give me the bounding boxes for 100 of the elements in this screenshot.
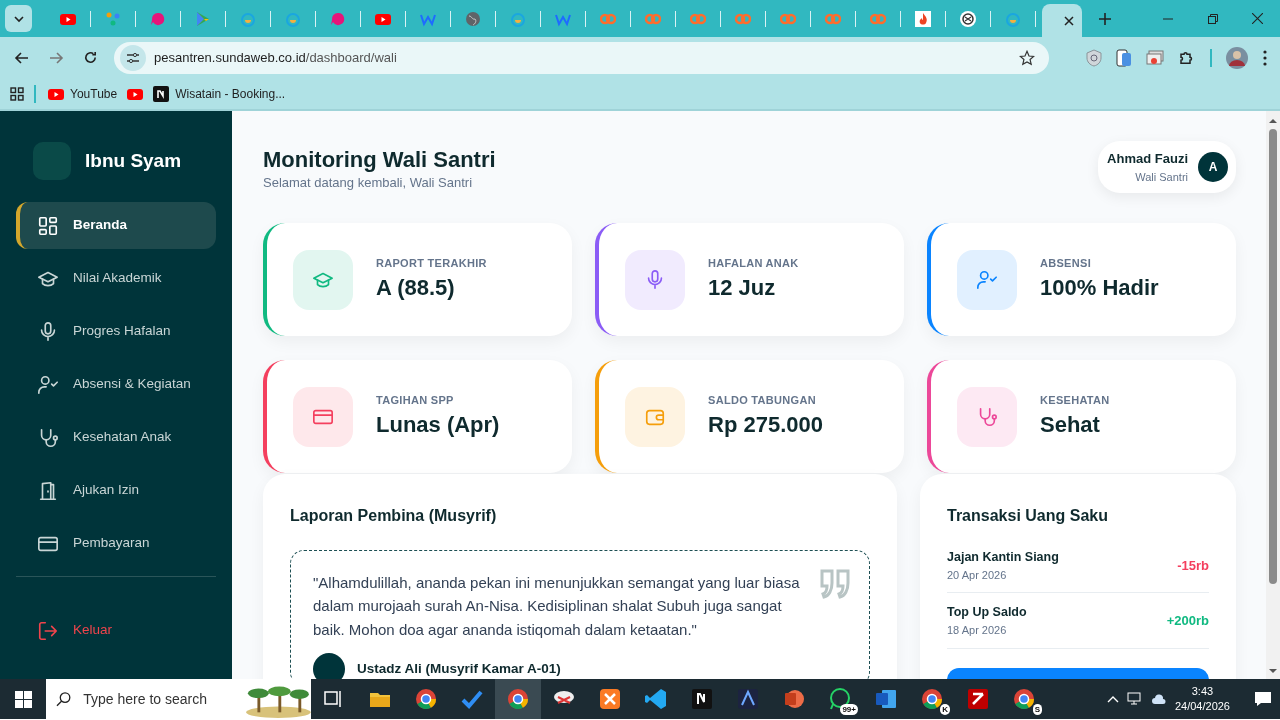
card-title: Laporan Pembina (Musyrif) — [290, 506, 498, 526]
stat-label: TAGIHAN SPP — [376, 392, 455, 408]
notion-icon — [690, 687, 714, 711]
url-text: pesantren.sundaweb.co.id/dashboard/wali — [154, 48, 397, 67]
stat-value: 100% Hadir — [1040, 274, 1159, 303]
page-subtitle: Selamat datang kembali, Wali Santri — [263, 174, 474, 193]
chevron-down-icon — [13, 13, 24, 24]
brand-name: Ibnu Syam — [85, 148, 182, 173]
knot-icon — [960, 10, 976, 27]
stat-value: Lunas (Apr) — [376, 411, 500, 440]
phone-icon[interactable] — [1116, 48, 1132, 67]
sidebar-item[interactable]: Pembayaran — [16, 520, 216, 567]
close-icon — [1064, 15, 1074, 26]
taskbar-app[interactable]: 99+ — [817, 679, 863, 719]
stat-label: SALDO TABUNGAN — [708, 392, 817, 408]
vector-app-icon — [736, 687, 760, 711]
quote-icon — [819, 569, 851, 599]
user-menu[interactable]: Ahmad Fauzi Wali Santri A — [1098, 141, 1236, 193]
sidebar-item[interactable]: Nilai Akademik — [16, 255, 216, 302]
sidebar-item[interactable]: Ajukan Izin — [16, 467, 216, 514]
browser-icon — [506, 687, 530, 711]
scroll-up-icon[interactable] — [1269, 117, 1277, 125]
cast-icon[interactable] — [1146, 49, 1164, 66]
transaction-amount: +200rb — [1166, 612, 1209, 631]
menu-icon[interactable] — [1262, 49, 1268, 66]
badge: 99+ — [840, 704, 858, 715]
browser-icon — [414, 687, 438, 711]
forward-arrow-icon — [48, 49, 64, 66]
scroll-down-icon[interactable] — [1269, 667, 1277, 675]
network-icon[interactable] — [1126, 692, 1143, 706]
xampp-icon — [598, 687, 622, 711]
sidebar-item[interactable]: Beranda — [16, 202, 216, 249]
scrollbar-thumb[interactable] — [1269, 129, 1277, 584]
taskbar-app[interactable]: K — [909, 679, 955, 719]
apps-grid-icon[interactable] — [10, 86, 24, 101]
sidebar-item[interactable]: Absensi & Kegiatan — [16, 361, 216, 408]
stat-value: Sehat — [1040, 411, 1101, 440]
badge: S — [1032, 704, 1042, 715]
network-icon — [105, 10, 121, 27]
door-icon — [37, 479, 59, 502]
tab-search-button[interactable] — [5, 5, 32, 32]
search-box[interactable]: Type here to search — [46, 679, 311, 719]
restore-icon — [1207, 13, 1218, 24]
page-title: Monitoring Wali Santri — [263, 147, 496, 174]
document-icon — [874, 687, 898, 711]
sidebar-item[interactable]: Progres Hafalan — [16, 308, 216, 355]
stat-label: KESEHATAN — [1040, 392, 1110, 408]
smile-icon — [240, 10, 256, 27]
transaction-date: 20 Apr 2026 — [947, 567, 1008, 583]
notification-icon[interactable] — [1254, 691, 1272, 707]
profile-avatar[interactable] — [1226, 46, 1248, 69]
address-bar[interactable]: pesantren.sundaweb.co.id/dashboard/wali — [114, 41, 1049, 74]
flame-icon — [915, 10, 931, 27]
chat-bubble-icon — [150, 10, 166, 27]
chat-bubble-icon — [330, 10, 346, 27]
grid-icon — [37, 214, 59, 237]
transaction-name: Top Up Saldo — [947, 604, 1027, 622]
clock[interactable]: 3:43 24/04/2026 — [1174, 684, 1230, 714]
taskbar-app[interactable]: S — [1001, 679, 1047, 719]
stat-value: 12 Juz — [708, 274, 777, 303]
smile-icon — [510, 10, 526, 27]
transaction-name: Jajan Kantin Siang — [947, 549, 1059, 566]
ftp-icon — [966, 687, 990, 711]
bookmark[interactable]: YouTube — [48, 84, 118, 103]
stat-label: HAFALAN ANAK — [708, 255, 799, 271]
quote-text: "Alhamdulillah, ananda pekan ini menunjukkan semangat yang luar biasa dalam murojaah surah An-Nisa. Kedisiplinan shalat Subuh juga sangat baik. Mohon doa agar ananda istiqomah dalam ketaatan." — [313, 573, 801, 640]
browser-icon — [920, 687, 944, 711]
sidebar-item[interactable]: Kesehatan Anak — [16, 414, 216, 461]
card-title: Transaksi Uang Saku — [947, 506, 1109, 526]
logout-link[interactable]: Keluar — [16, 607, 216, 654]
smile-icon — [285, 10, 301, 27]
code-editor-icon — [644, 687, 668, 711]
badge: K — [940, 704, 950, 715]
site-info-icon — [120, 44, 146, 71]
user-check-icon — [37, 373, 59, 396]
smile-icon — [1005, 10, 1021, 27]
reload-icon — [82, 50, 98, 65]
shield-icon[interactable] — [1086, 48, 1102, 67]
browser-icon — [1012, 687, 1036, 711]
globe-icon — [465, 10, 481, 27]
stat-value: Rp 275.000 — [708, 411, 823, 440]
stat-label: ABSENSI — [1040, 255, 1092, 271]
user-check-icon — [976, 268, 998, 291]
bookmark[interactable]: Wisatain - Booking... — [153, 84, 286, 103]
avatar — [313, 652, 345, 679]
play-icon — [195, 10, 211, 27]
stat-label: RAPORT TERAKHIR — [376, 255, 487, 271]
stat-value: A (88.5) — [376, 274, 456, 303]
transaction-amount: -15rb — [1177, 556, 1209, 575]
windows-logo-icon — [14, 690, 32, 708]
back-arrow-icon — [14, 49, 30, 66]
bookmark-star-icon[interactable] — [1019, 49, 1035, 66]
close-icon — [1252, 13, 1263, 24]
slides-icon — [782, 687, 806, 711]
search-icon — [56, 691, 72, 707]
transaction-date: 18 Apr 2026 — [947, 623, 1008, 638]
cloud-icon[interactable] — [1150, 693, 1167, 705]
notion-icon — [153, 85, 170, 102]
chevron-up-icon[interactable] — [1106, 695, 1119, 703]
author-name: Ustadz Ali (Musyrif Kamar A-01) — [357, 659, 561, 678]
